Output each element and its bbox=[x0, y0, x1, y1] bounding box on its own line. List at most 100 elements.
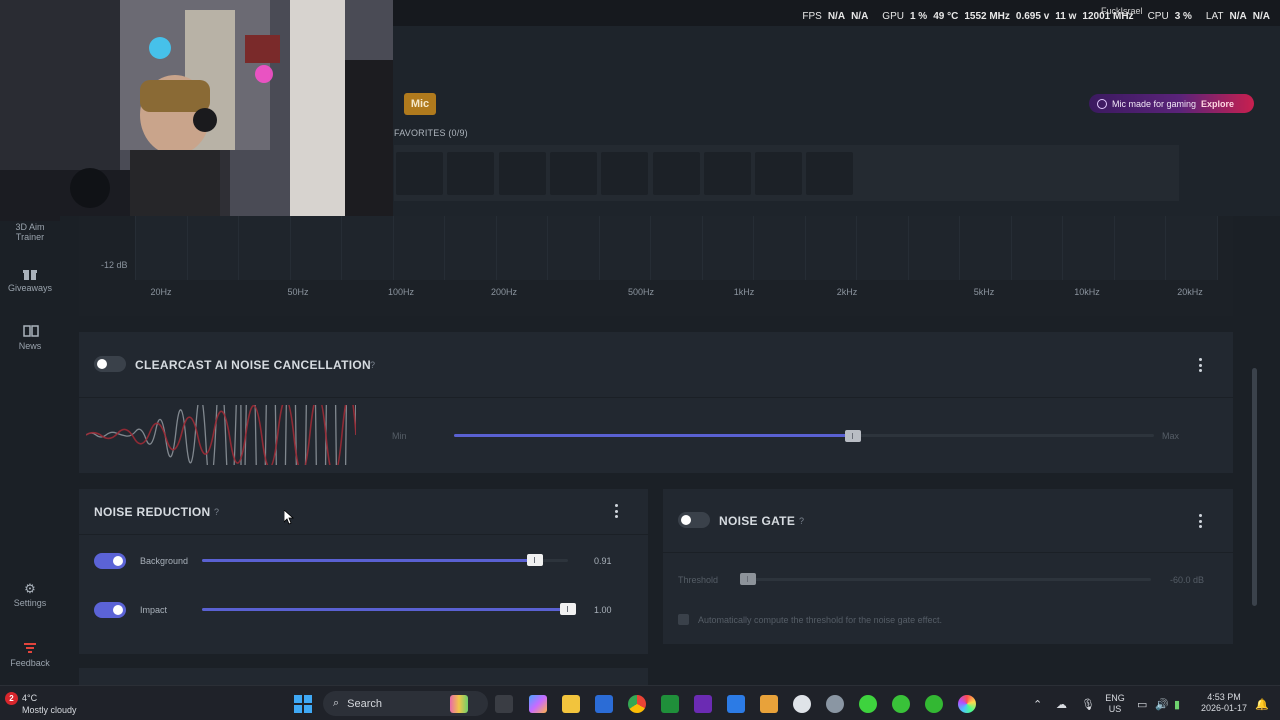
background-label: Background bbox=[140, 556, 189, 566]
gpu-label: GPU bbox=[882, 11, 904, 22]
eq-grid-line bbox=[856, 216, 857, 280]
media-player-icon[interactable] bbox=[760, 695, 778, 713]
sidebar-item-settings[interactable]: ⚙ Settings bbox=[0, 582, 60, 609]
file-explorer-icon[interactable] bbox=[562, 695, 580, 713]
sidebar-item-news[interactable]: News bbox=[0, 325, 60, 351]
windows-start-icon[interactable] bbox=[294, 695, 312, 713]
noise-gate-toggle[interactable] bbox=[678, 512, 710, 528]
favorite-slot[interactable] bbox=[703, 152, 751, 195]
lat-value-2: N/A bbox=[1252, 11, 1270, 22]
volume-icon[interactable]: 🔊 bbox=[1155, 698, 1169, 711]
background-toggle[interactable] bbox=[94, 553, 126, 569]
auto-threshold-checkbox[interactable] bbox=[678, 614, 689, 625]
impact-slider-thumb[interactable] bbox=[560, 603, 576, 615]
background-slider-thumb[interactable] bbox=[527, 554, 544, 566]
next-panel bbox=[79, 668, 648, 685]
eq-grid-line bbox=[1062, 216, 1063, 280]
eq-grid-line bbox=[1113, 216, 1115, 280]
sidebar-item-3d-aim-trainer[interactable]: 3D Aim Trainer bbox=[0, 222, 60, 242]
favorite-slot[interactable] bbox=[652, 152, 700, 195]
noise-gate-more-menu-icon[interactable] bbox=[1198, 514, 1202, 528]
lat-value: N/A bbox=[1229, 11, 1247, 22]
help-icon[interactable]: ? bbox=[370, 360, 375, 370]
language-indicator[interactable]: ENG US bbox=[1104, 693, 1126, 715]
app-icon[interactable] bbox=[694, 695, 712, 713]
microphone-icon[interactable]: 🎙 bbox=[1081, 698, 1095, 711]
razer-cortex-icon[interactable] bbox=[925, 695, 943, 713]
favorite-slot[interactable] bbox=[601, 152, 649, 195]
promo-banner[interactable]: Mic made for gaming Explore bbox=[1089, 94, 1254, 113]
settings-app-icon[interactable] bbox=[826, 695, 844, 713]
impact-toggle[interactable] bbox=[94, 602, 126, 618]
weather-widget[interactable]: 4°C Mostly cloudy bbox=[22, 692, 77, 716]
copilot-icon[interactable] bbox=[529, 695, 547, 713]
razer-icon[interactable] bbox=[859, 695, 877, 713]
favorite-slot[interactable] bbox=[498, 152, 546, 195]
help-icon[interactable]: ? bbox=[214, 507, 219, 517]
chevron-up-icon[interactable]: ⌃ bbox=[1033, 698, 1042, 711]
eq-frequency-label: 5kHz bbox=[973, 287, 995, 297]
clearcast-title: CLEARCAST AI NOISE CANCELLATION bbox=[135, 358, 371, 372]
chrome-icon[interactable] bbox=[628, 695, 646, 713]
sidebar-item-feedback[interactable]: Feedback bbox=[0, 642, 60, 668]
favorite-slot[interactable] bbox=[806, 152, 854, 195]
eq-frequency-label: 1kHz bbox=[733, 287, 755, 297]
color-app-icon[interactable] bbox=[958, 695, 976, 713]
app-window: FuckIsrael FPS N/A N/A GPU 1 % 49 °C 155… bbox=[0, 0, 1280, 720]
cloud-icon[interactable]: ☁ bbox=[1056, 698, 1067, 711]
eq-grid-line bbox=[598, 216, 600, 280]
steelseries-gg-icon[interactable] bbox=[793, 695, 811, 713]
promo-explore-link[interactable]: Explore bbox=[1201, 99, 1234, 109]
eq-grid-line bbox=[135, 216, 136, 280]
search-highlight-icon bbox=[450, 695, 468, 713]
clock-time: 4:53 PM bbox=[1207, 692, 1241, 702]
display-icon[interactable]: ▭ bbox=[1137, 698, 1147, 711]
favorite-slot[interactable] bbox=[755, 152, 803, 195]
eq-grid-line bbox=[650, 216, 651, 280]
search-icon: ⌕ bbox=[333, 697, 340, 709]
gpu-clock: 1552 MHz bbox=[964, 11, 1010, 22]
equalizer-graph[interactable] bbox=[135, 216, 1218, 280]
battery-icon[interactable]: ▮ bbox=[1174, 698, 1180, 711]
eq-grid-line bbox=[495, 216, 497, 280]
favorite-slot[interactable] bbox=[447, 152, 495, 195]
device-badge-mic[interactable]: Mic bbox=[404, 93, 436, 115]
eq-frequency-label: 100Hz bbox=[387, 287, 415, 297]
divider bbox=[663, 552, 1233, 553]
eq-grid-line bbox=[959, 216, 960, 280]
impact-label: Impact bbox=[140, 605, 168, 615]
sidebar-item-label: Giveaways bbox=[7, 283, 52, 293]
impact-value: 1.00 bbox=[594, 605, 612, 615]
task-view-icon[interactable] bbox=[495, 695, 513, 713]
divider bbox=[79, 397, 1233, 398]
sidebar-item-giveaways[interactable]: Giveaways bbox=[0, 267, 60, 293]
eq-frequency-label: 50Hz bbox=[287, 287, 309, 297]
mail-icon[interactable] bbox=[727, 695, 745, 713]
notification-icon[interactable]: 🔔 bbox=[1255, 698, 1269, 711]
clock[interactable]: 4:53 PM 2026-01-17 bbox=[1198, 692, 1250, 714]
threshold-slider-thumb[interactable] bbox=[740, 573, 756, 585]
favorite-slot[interactable] bbox=[396, 152, 443, 195]
eq-frequency-label: 20kHz bbox=[1177, 287, 1203, 297]
eq-grid-line bbox=[1165, 216, 1166, 280]
clearcast-slider-thumb[interactable] bbox=[845, 430, 861, 442]
eq-grid-line bbox=[804, 216, 806, 280]
razer-synapse-icon[interactable] bbox=[892, 695, 910, 713]
main-scrollbar[interactable] bbox=[1252, 368, 1257, 606]
noise-reduction-more-menu-icon[interactable] bbox=[614, 504, 618, 518]
eq-frequency-label: 2kHz bbox=[836, 287, 858, 297]
gpu-usage: 1 % bbox=[909, 11, 928, 22]
clearcast-toggle[interactable] bbox=[94, 356, 126, 372]
threshold-slider-track[interactable] bbox=[741, 578, 1151, 581]
threshold-label: Threshold bbox=[678, 575, 719, 585]
language-line-2: US bbox=[1108, 704, 1122, 714]
favorite-slot[interactable] bbox=[549, 152, 597, 195]
store-icon[interactable] bbox=[595, 695, 613, 713]
clearcast-more-menu-icon[interactable] bbox=[1198, 358, 1202, 372]
help-icon[interactable]: ? bbox=[799, 516, 804, 526]
threshold-value: -60.0 dB bbox=[1170, 575, 1205, 585]
target-icon bbox=[1097, 98, 1107, 109]
webcam-overlay bbox=[0, 0, 393, 221]
xbox-icon[interactable] bbox=[661, 695, 679, 713]
cpu-usage: 3 % bbox=[1174, 11, 1192, 22]
